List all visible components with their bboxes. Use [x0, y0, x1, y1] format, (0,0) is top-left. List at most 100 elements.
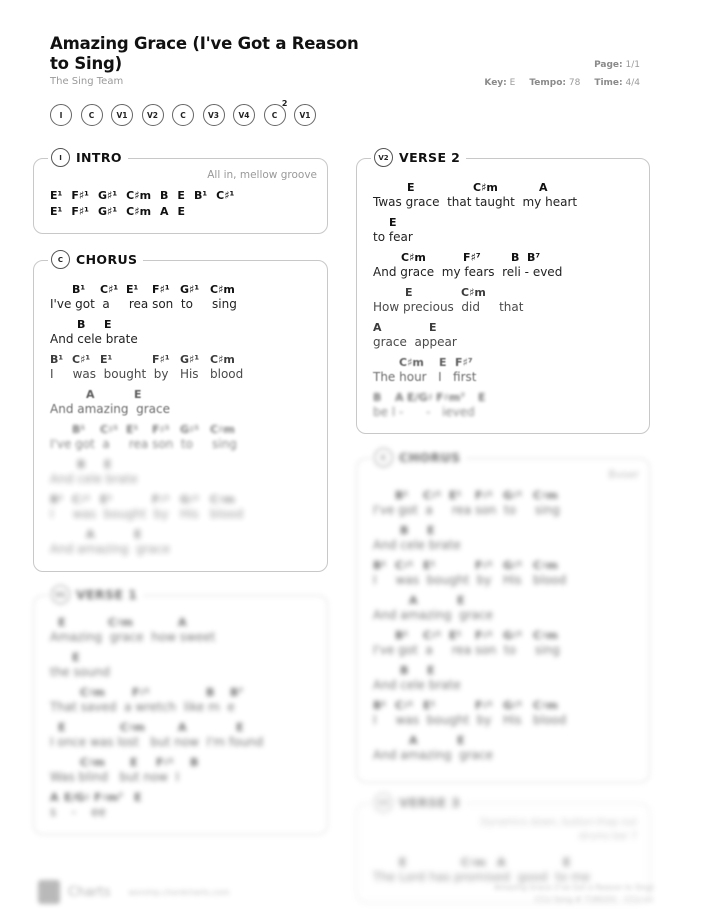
lyric-text: How precious did that [373, 300, 524, 314]
lyric-text: I've got a rea son to sing [50, 437, 237, 451]
roadmap-item-verse1[interactable]: V1 [111, 104, 133, 126]
section-title: CHORUS [399, 450, 461, 465]
lyric-line: Eto fear [373, 216, 639, 251]
roadmap-item-chorus-repeat[interactable]: C2 [263, 99, 288, 126]
chord: E [427, 524, 435, 537]
song-meta: Key: E Tempo: 78 Time: 4/4 [484, 78, 640, 88]
chord: A [409, 594, 418, 607]
chord: C♯m [126, 189, 152, 202]
section-badge: I [51, 148, 70, 167]
chord: B [160, 189, 169, 202]
note-line: drums bar 7 [578, 831, 637, 842]
lyric-text: And cele brate [373, 538, 461, 552]
lyric-text: The hour I first [373, 370, 477, 384]
chord: E [72, 651, 80, 664]
chord: B [511, 251, 520, 264]
lyric-line: A E And amazing grace [50, 388, 317, 423]
lyric-text: s - ee [50, 805, 106, 819]
chord: G♯¹ [503, 629, 523, 642]
chord: E¹ [100, 353, 113, 366]
chord: G♯¹ [180, 283, 200, 296]
repeat-count: 2 [281, 99, 288, 108]
section-note: Dynamics down, button-thap out drums bar… [481, 816, 637, 844]
lyric-line: A E And amazing grace [373, 734, 639, 769]
lyric-line: E C♯m A Amazing grace how sweet [50, 616, 317, 651]
key-info: Key: E [484, 78, 515, 88]
chord: E [429, 321, 437, 334]
lyric-line: B E And cele brate [373, 664, 639, 699]
lyric-text: I was bought by His blood [50, 367, 244, 381]
chord: F♯¹ [152, 423, 170, 436]
chord: E¹ [449, 629, 462, 642]
song-title: Amazing Grace (I've Got a Reason to Sing… [50, 34, 359, 73]
chord-row: E¹ F♯¹ G♯¹ C♯m A E [50, 205, 243, 219]
chord: F♯¹ [71, 189, 89, 202]
chord: C♯¹ [395, 559, 414, 572]
chord: B⁷ [527, 251, 541, 264]
brand-logo-icon [38, 880, 60, 904]
section-title: VERSE 2 [399, 150, 461, 165]
chord: G♯¹ [180, 423, 200, 436]
lyric-line: C♯m F♯¹ B B⁷ That saved a wretch like m e [50, 686, 317, 721]
chord: C♯m [533, 489, 558, 502]
lyric-line: B¹ C♯¹ E¹ F♯¹ G♯¹ C♯m I was bought by His bloo… [50, 493, 317, 528]
roadmap-label: V4 [238, 110, 250, 120]
chord: C♯m [533, 699, 558, 712]
roadmap-label: C [88, 110, 95, 120]
chord: C♯¹ [423, 489, 442, 502]
chord: E [399, 856, 407, 869]
chord: B¹ [373, 559, 387, 572]
chord: C♯m [80, 686, 105, 699]
chord: C♯m [210, 493, 235, 506]
lyric-text: I was bought by His blood [373, 573, 567, 587]
roadmap-item-chorus[interactable]: C [172, 104, 194, 126]
section-header: C CHORUS [48, 250, 144, 269]
chord: C♯m [80, 756, 105, 769]
chord: F♯⁷ [463, 251, 481, 264]
lyric-text: I've got a rea son to sing [373, 503, 560, 517]
chord: E [134, 388, 142, 401]
chord: G♯¹ [180, 353, 200, 366]
roadmap-item-verse3[interactable]: V3 [202, 104, 225, 126]
chord: F♯¹ [132, 686, 150, 699]
chord: E¹ [126, 423, 139, 436]
roadmap-item-intro[interactable]: I [50, 104, 72, 126]
lyric-line: B¹ C♯¹ E¹ F♯¹ G♯¹ C♯m I've got a rea son to si… [373, 489, 639, 524]
chord: E [104, 318, 112, 331]
chord: F♯¹ [156, 756, 174, 769]
chord: C♯¹ [100, 423, 119, 436]
section-badge: V1 [51, 585, 70, 604]
chord: A [178, 616, 187, 629]
chord: G♯¹ [503, 559, 523, 572]
roadmap-item-verse2[interactable]: V2 [141, 104, 164, 126]
chord: A [395, 391, 404, 404]
lyric-line: B¹ C♯¹ E¹ F♯¹ G♯¹ C♯m I was bought by His bloo… [50, 353, 317, 388]
section-header: C CHORUS [371, 448, 467, 467]
section-title: INTRO [76, 150, 122, 165]
time-value: 4/4 [625, 78, 640, 88]
roadmap-item-verse4[interactable]: V4 [233, 104, 255, 126]
chord: E [177, 205, 186, 218]
chord: E [457, 594, 465, 607]
lyric-text: And cele brate [50, 332, 138, 346]
chord: G♯¹ [503, 489, 523, 502]
section-badge: C [51, 250, 70, 269]
lyric-line: B E And cele brate [50, 318, 317, 353]
roadmap-item-chorus[interactable]: C [80, 104, 103, 126]
chord: E/G♯ [64, 791, 90, 804]
chord: A [86, 528, 95, 541]
lyric-text: the sound [50, 665, 110, 679]
section-header: I INTRO [48, 148, 128, 167]
footer-url[interactable]: worship.chordcharts.com [129, 888, 230, 897]
chord: A [50, 791, 59, 804]
section-body: B¹ C♯¹ E¹ F♯¹ G♯¹ C♯m I've got a rea son to si… [50, 283, 317, 563]
roadmap-item-verse1[interactable]: V1 [294, 104, 316, 126]
lyric-text: I once was lost but now I'm found [50, 735, 264, 749]
chord: F♯m⁷ [94, 791, 124, 804]
roadmap-label: C [180, 110, 186, 120]
chord: B⁷ [230, 686, 244, 699]
page-indicator: Page: 1/1 [594, 60, 640, 70]
section-header: V2 VERSE 2 [371, 148, 467, 167]
roadmap-label: V3 [207, 110, 220, 120]
copyright-notice: Amazing Grace (I've Got a Reason to Sing… [494, 882, 654, 906]
